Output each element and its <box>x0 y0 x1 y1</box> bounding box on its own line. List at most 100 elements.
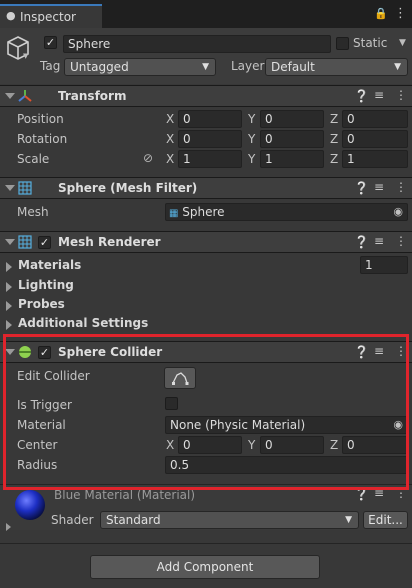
axis-z-label[interactable]: Z <box>330 152 338 166</box>
position-y-field[interactable]: 0 <box>260 110 324 128</box>
sphere-collider-title: Sphere Collider <box>58 345 163 359</box>
fold-arrow-icon[interactable] <box>5 185 15 191</box>
shader-dropdown[interactable]: Standard ▼ <box>100 511 359 529</box>
active-checkbox[interactable]: ✓ <box>44 36 57 49</box>
probes-label[interactable]: Probes <box>18 297 65 311</box>
static-checkbox[interactable] <box>336 37 349 50</box>
static-dropdown-arrow[interactable]: ▼ <box>399 38 406 48</box>
context-menu-icon[interactable]: ⋮ <box>395 344 407 358</box>
position-z-field[interactable]: 0 <box>342 110 408 128</box>
physic-material-value: None (Physic Material) <box>170 418 306 432</box>
center-z-field[interactable]: 0 <box>342 436 408 454</box>
radius-field[interactable]: 0.5 <box>165 456 408 474</box>
position-label: Position <box>17 112 64 126</box>
fold-arrow-icon[interactable] <box>6 301 12 311</box>
help-icon[interactable]: ❔ <box>354 235 369 249</box>
presets-icon[interactable]: ≡ <box>374 180 384 194</box>
fold-arrow-icon[interactable] <box>5 239 15 245</box>
more-menu-icon[interactable]: ⋮ <box>394 6 407 21</box>
mesh-renderer-header[interactable]: ✓ Mesh Renderer ❔ ≡ ⋮ <box>0 231 412 253</box>
edit-collider-button[interactable] <box>164 367 196 389</box>
fold-arrow-icon[interactable] <box>5 349 15 355</box>
materials-count-field[interactable]: 1 <box>360 256 408 274</box>
edit-collider-label: Edit Collider <box>17 369 90 383</box>
presets-icon[interactable]: ≡ <box>374 486 384 500</box>
axis-z-label[interactable]: Z <box>330 132 338 146</box>
tag-dropdown[interactable]: Untagged ▼ <box>64 58 216 76</box>
sphere-collider-header[interactable]: ✓ Sphere Collider ❔ ≡ ⋮ <box>0 341 412 363</box>
axis-x-label[interactable]: X <box>166 438 174 452</box>
lock-icon[interactable]: 🔒 <box>374 7 388 20</box>
tab-inspector[interactable]: ● Inspector <box>0 4 102 28</box>
additional-settings-label[interactable]: Additional Settings <box>18 316 148 330</box>
scale-x-field[interactable]: 1 <box>178 150 242 168</box>
material-header[interactable]: Blue Material (Material) ❔ ≡ ⋮ Shader St… <box>0 485 412 531</box>
mesh-filter-header[interactable]: Sphere (Mesh Filter) ❔ ≡ ⋮ <box>0 177 412 199</box>
axis-z-label[interactable]: Z <box>330 438 338 452</box>
radius-label: Radius <box>17 458 58 472</box>
is-trigger-checkbox[interactable] <box>165 397 178 410</box>
rotation-z-field[interactable]: 0 <box>342 130 408 148</box>
rotation-x-field[interactable]: 0 <box>178 130 242 148</box>
context-menu-icon[interactable]: ⋮ <box>395 180 407 194</box>
presets-icon[interactable]: ≡ <box>374 234 384 248</box>
constrain-link-icon[interactable]: ⊘ <box>143 151 153 165</box>
material-preview-sphere[interactable] <box>14 489 46 521</box>
sphere-collider-enabled-checkbox[interactable]: ✓ <box>38 346 51 359</box>
chevron-down-icon: ▼ <box>202 62 209 72</box>
transform-header[interactable]: Transform ❔ ≡ ⋮ <box>0 85 412 107</box>
context-menu-icon[interactable]: ⋮ <box>395 234 407 248</box>
fold-arrow-icon[interactable] <box>6 262 12 272</box>
context-menu-icon[interactable]: ⋮ <box>395 88 407 102</box>
footer-separator <box>0 543 412 544</box>
mesh-grid-icon: ▦ <box>169 208 179 219</box>
scale-y-field[interactable]: 1 <box>260 150 324 168</box>
help-icon[interactable]: ❔ <box>354 89 369 103</box>
object-picker-icon[interactable]: ◉ <box>393 417 403 433</box>
physic-material-field[interactable]: None (Physic Material) ◉ <box>165 416 408 434</box>
presets-icon[interactable]: ≡ <box>374 88 384 102</box>
axis-x-label[interactable]: X <box>166 132 174 146</box>
materials-label[interactable]: Materials <box>18 258 81 272</box>
transform-title: Transform <box>58 89 127 103</box>
axis-y-label[interactable]: Y <box>248 152 255 166</box>
axis-x-label[interactable]: X <box>166 112 174 126</box>
info-icon: ● <box>6 9 16 22</box>
icon-dropdown-arrow[interactable]: ▼ <box>23 52 28 60</box>
object-picker-icon[interactable]: ◉ <box>393 204 403 220</box>
lighting-label[interactable]: Lighting <box>18 278 74 292</box>
axis-y-label[interactable]: Y <box>248 132 255 146</box>
mesh-renderer-enabled-checkbox[interactable]: ✓ <box>38 236 51 249</box>
layer-dropdown[interactable]: Default ▼ <box>265 58 408 76</box>
center-label: Center <box>17 438 58 452</box>
axis-z-label[interactable]: Z <box>330 112 338 126</box>
mesh-value: Sphere <box>182 205 225 219</box>
position-x-field[interactable]: 0 <box>178 110 242 128</box>
mesh-renderer-title: Mesh Renderer <box>58 235 161 249</box>
fold-arrow-icon[interactable] <box>6 523 11 531</box>
presets-icon[interactable]: ≡ <box>374 344 384 358</box>
edit-collider-icon <box>172 372 189 385</box>
tab-label: Inspector <box>20 10 76 24</box>
axis-y-label[interactable]: Y <box>248 438 255 452</box>
shader-label: Shader <box>51 513 94 527</box>
sphere-collider-icon <box>19 346 31 358</box>
center-x-field[interactable]: 0 <box>178 436 242 454</box>
shader-edit-button[interactable]: Edit... <box>363 511 408 529</box>
rotation-label: Rotation <box>17 132 68 146</box>
context-menu-icon[interactable]: ⋮ <box>395 486 407 500</box>
mesh-object-field[interactable]: ▦ Sphere ◉ <box>165 203 408 221</box>
help-icon[interactable]: ❔ <box>354 345 369 359</box>
help-icon[interactable]: ❔ <box>354 181 369 195</box>
scale-z-field[interactable]: 1 <box>342 150 408 168</box>
axis-x-label[interactable]: X <box>166 152 174 166</box>
fold-arrow-icon[interactable] <box>5 93 15 99</box>
center-y-field[interactable]: 0 <box>260 436 324 454</box>
axis-y-label[interactable]: Y <box>248 112 255 126</box>
fold-arrow-icon[interactable] <box>6 320 12 330</box>
add-component-button[interactable]: Add Component <box>90 555 320 579</box>
help-icon[interactable]: ❔ <box>354 487 369 501</box>
rotation-y-field[interactable]: 0 <box>260 130 324 148</box>
object-name-field[interactable]: Sphere <box>63 35 331 53</box>
fold-arrow-icon[interactable] <box>6 282 12 292</box>
